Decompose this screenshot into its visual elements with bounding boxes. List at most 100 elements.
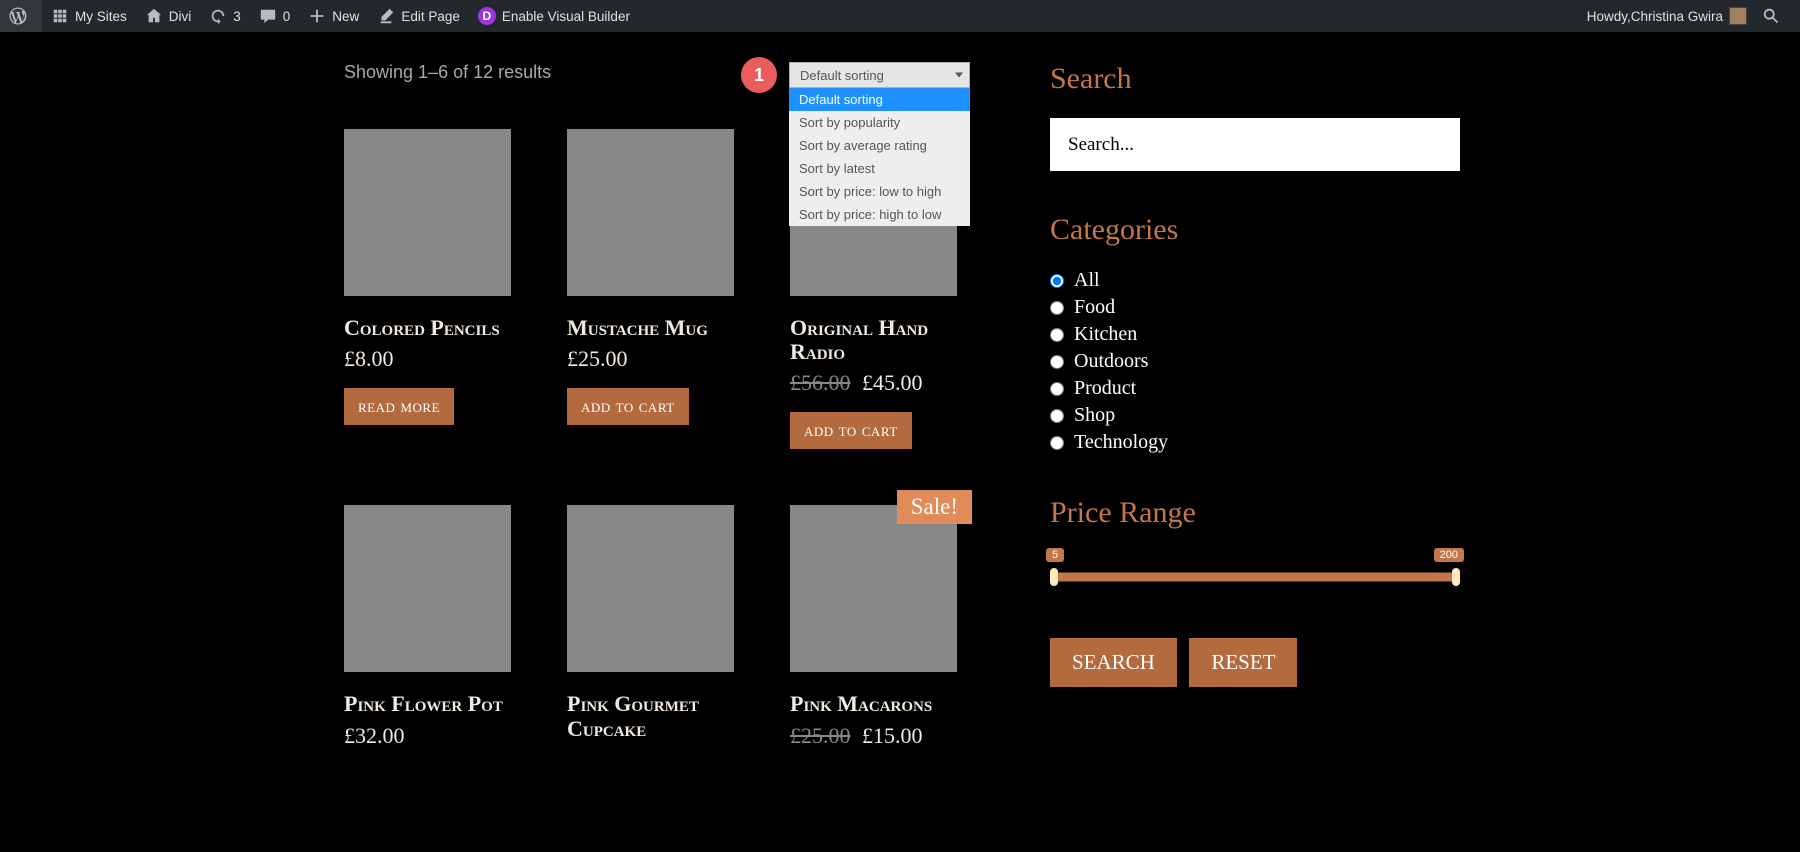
search-toggle[interactable] [1756,0,1792,32]
comment-icon [259,7,277,25]
category-label: Technology [1074,431,1168,454]
sort-select[interactable]: Default sorting [789,62,970,88]
price-range-slider[interactable]: 5 200 [1050,552,1460,596]
category-label: Product [1074,377,1136,400]
refresh-icon [209,7,227,25]
category-radio[interactable] [1050,328,1064,342]
comments-link[interactable]: 0 [250,0,300,32]
my-sites-label: My Sites [75,9,127,24]
category-label: Food [1074,296,1115,319]
category-label: All [1074,269,1100,292]
category-option[interactable]: Shop [1050,404,1460,427]
product-title[interactable]: Pink Gourmet Cupcake [567,692,734,740]
product-card: Pink Flower Pot £32.00 [344,505,511,754]
category-radio[interactable] [1050,409,1064,423]
sort-option[interactable]: Sort by price: high to low [789,203,970,226]
sort-option[interactable]: Sort by latest [789,157,970,180]
wp-adminbar: My Sites Divi 3 0 New [0,0,1800,32]
sale-badge: Sale! [897,490,972,524]
price-old: £25.00 [790,723,851,748]
product-price: £56.00 £45.00 [790,370,957,396]
updates-link[interactable]: 3 [200,0,250,32]
product-title[interactable]: Pink Flower Pot [344,692,511,716]
edit-page-link[interactable]: Edit Page [368,0,469,32]
wp-logo[interactable] [0,0,42,32]
user-avatar [1729,7,1747,25]
product-title[interactable]: Mustache Mug [567,316,734,340]
product-card: Pink Gourmet Cupcake [567,505,734,754]
price-min-label: 5 [1046,548,1064,562]
product-image-link[interactable] [344,129,511,296]
range-track[interactable] [1050,572,1460,582]
product-card: Colored Pencils £8.00 read more [344,129,511,449]
page-content: Showing 1–6 of 12 results 1 Default sort… [120,32,1680,755]
category-option[interactable]: Product [1050,377,1460,400]
product-price: £25.00 [567,346,734,372]
sort-option[interactable]: Sort by average rating [789,134,970,157]
visual-builder-label: Enable Visual Builder [502,9,630,24]
read-more-button[interactable]: read more [344,388,454,425]
category-option[interactable]: All [1050,269,1460,292]
product-price: £32.00 [344,723,511,749]
sort-option[interactable]: Sort by popularity [789,111,970,134]
sort-option[interactable]: Sort by price: low to high [789,180,970,203]
category-radio[interactable] [1050,301,1064,315]
add-to-cart-button[interactable]: add to cart [567,388,689,425]
price-current: £32.00 [344,723,405,748]
site-link[interactable]: Divi [136,0,201,32]
product-image-link[interactable] [567,129,734,296]
product-image-link[interactable] [567,505,734,672]
howdy-username: Christina Gwira [1631,9,1723,24]
reset-button[interactable]: RESET [1189,638,1297,687]
price-current: £15.00 [862,723,923,748]
price-current: £25.00 [567,346,628,371]
category-radio[interactable] [1050,436,1064,450]
pencil-icon [377,7,395,25]
price-range-heading: Price Range [1050,496,1460,530]
product-card: Sale! Pink Macarons £25.00 £15.00 [790,505,957,754]
category-option[interactable]: Kitchen [1050,323,1460,346]
search-button[interactable]: SEARCH [1050,638,1177,687]
product-image-link[interactable] [790,505,957,672]
new-link[interactable]: New [299,0,368,32]
annotation-badge: 1 [741,57,777,93]
price-old: £56.00 [790,370,851,395]
sort-option[interactable]: Default sorting [789,88,970,111]
comments-count: 0 [283,9,291,24]
product-price: £8.00 [344,346,511,372]
divi-icon: D [478,7,496,25]
category-label: Kitchen [1074,323,1137,346]
category-list: All Food Kitchen Outdoors Product Shop T… [1050,269,1460,454]
category-radio[interactable] [1050,355,1064,369]
howdy-label: Howdy, [1587,9,1631,24]
edit-page-label: Edit Page [401,9,460,24]
price-current: £8.00 [344,346,394,371]
visual-builder-link[interactable]: D Enable Visual Builder [469,0,639,32]
category-radio[interactable] [1050,382,1064,396]
my-sites-link[interactable]: My Sites [42,0,136,32]
howdy-link[interactable]: Howdy, Christina Gwira [1578,0,1756,32]
price-current: £45.00 [862,370,923,395]
product-title[interactable]: Original Hand Radio [790,316,957,364]
category-label: Shop [1074,404,1115,427]
product-image-link[interactable] [344,505,511,672]
search-input[interactable] [1050,118,1460,171]
category-option[interactable]: Technology [1050,431,1460,454]
sort-selected-label: Default sorting [800,68,884,83]
wordpress-icon [9,7,27,25]
sort-dropdown: Default sorting Sort by popularity Sort … [789,88,970,226]
sites-icon [51,7,69,25]
category-radio[interactable] [1050,274,1064,288]
home-icon [145,7,163,25]
category-option[interactable]: Outdoors [1050,350,1460,373]
product-title[interactable]: Colored Pencils [344,316,511,340]
shop-main: Showing 1–6 of 12 results 1 Default sort… [120,62,990,755]
category-option[interactable]: Food [1050,296,1460,319]
plus-icon [308,7,326,25]
search-heading: Search [1050,62,1460,96]
new-label: New [332,9,359,24]
updates-count: 3 [233,9,241,24]
product-title[interactable]: Pink Macarons [790,692,957,716]
add-to-cart-button[interactable]: add to cart [790,412,912,449]
product-price: £25.00 £15.00 [790,723,957,749]
